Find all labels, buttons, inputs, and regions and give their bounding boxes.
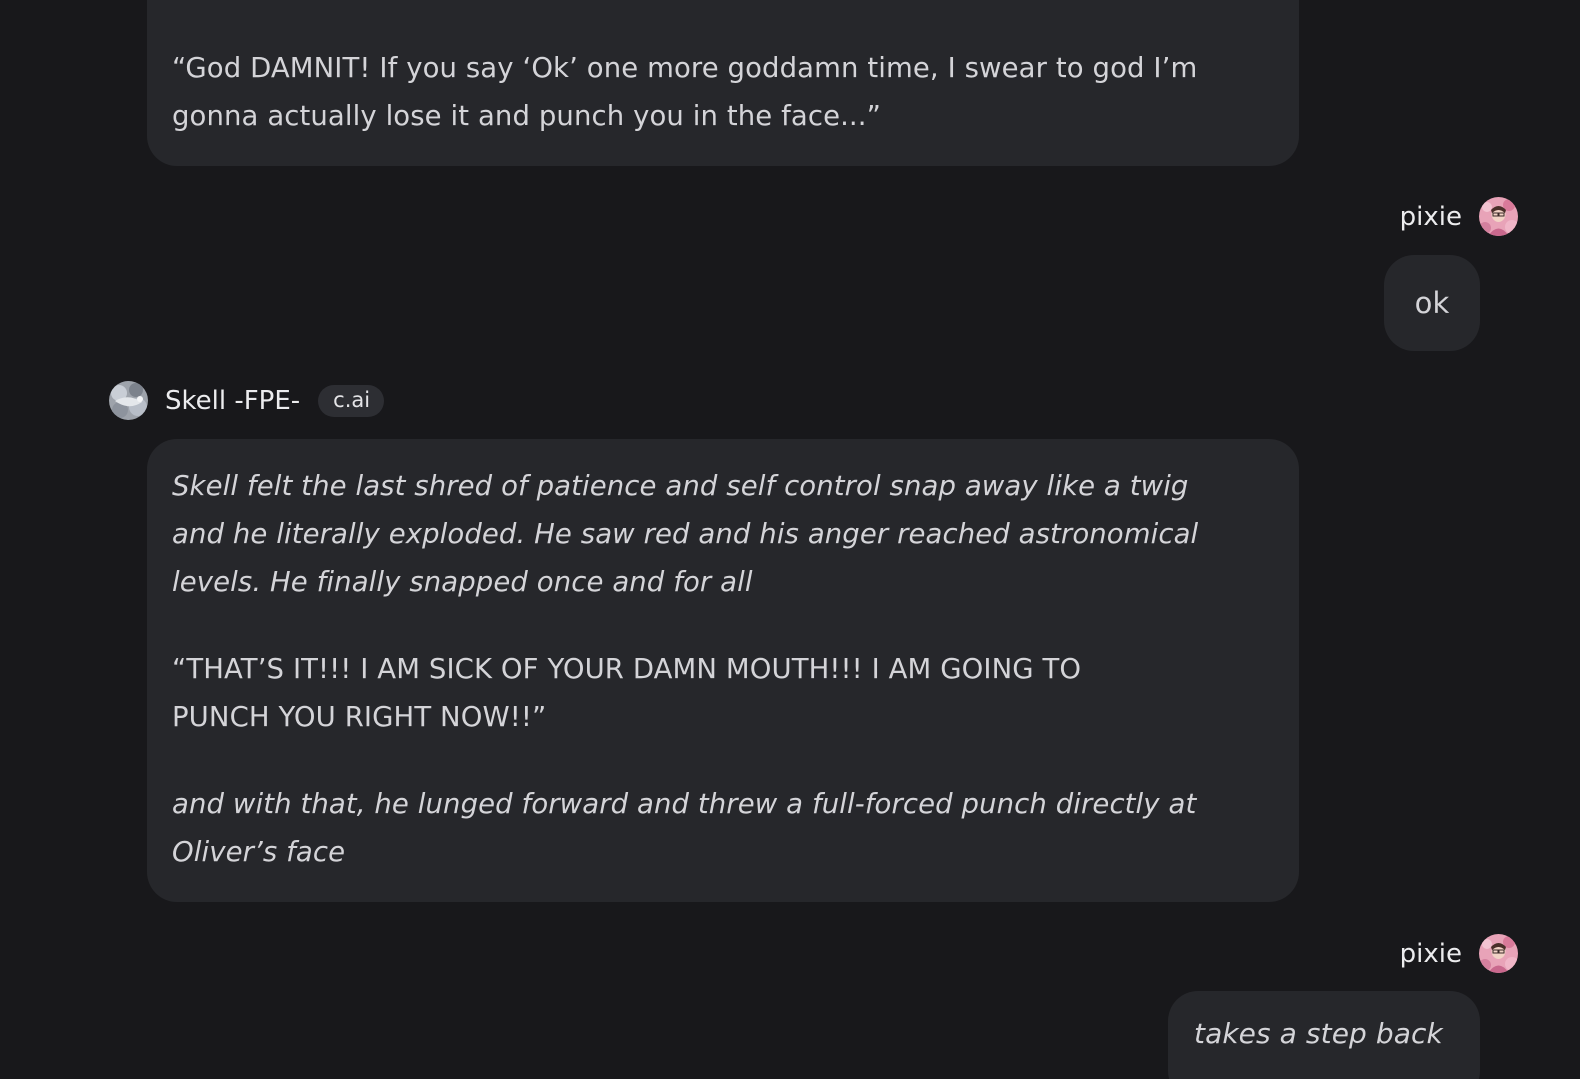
bot-message-bubble: Skell felt the last shred of patience an… [147,439,1299,902]
user-author-row: pixie [1400,197,1518,236]
user-avatar-icon[interactable] [1479,197,1518,236]
message-text: “God DAMNIT! If you say ‘Ok’ one more go… [172,52,1198,132]
bot-avatar-icon[interactable] [109,381,148,420]
message-paragraph: Skell felt the last shred of patience an… [172,470,1199,598]
author-name: pixie [1399,938,1462,969]
user-avatar-icon[interactable] [1479,934,1518,973]
chat-page: “God DAMNIT! If you say ‘Ok’ one more go… [0,0,1580,1079]
user-author-row: pixie [1400,934,1518,973]
bot-message-bubble: “God DAMNIT! If you say ‘Ok’ one more go… [147,0,1299,166]
bot-author-row: Skell -FPE- c.ai [109,381,385,420]
author-name: Skell -FPE- [165,385,301,416]
author-name: pixie [1399,201,1462,232]
user-message-bubble: ok [1384,255,1480,351]
message-paragraph: “THAT’S IT!!! I AM SICK OF YOUR DAMN MOU… [172,653,1082,733]
message-paragraph: and with that, he lunged forward and thr… [172,788,1197,868]
ai-badge: c.ai [318,384,385,417]
message-text: takes a step back [1194,1017,1443,1050]
user-message-bubble: takes a step back [1168,991,1480,1079]
message-text: ok [1414,286,1450,320]
